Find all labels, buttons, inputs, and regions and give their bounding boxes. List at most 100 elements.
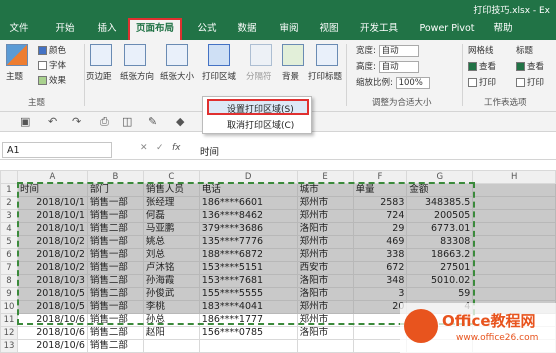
cancel-icon[interactable]: ✕ — [140, 143, 148, 153]
gridlines-view-checkbox[interactable]: 查看 — [468, 60, 496, 72]
cell[interactable]: 销售二部 — [86, 326, 144, 340]
cell[interactable] — [472, 287, 556, 301]
format-painter-icon[interactable]: ✎ — [148, 115, 157, 128]
column-header[interactable]: G — [406, 170, 474, 184]
function-icon[interactable]: fx — [172, 143, 181, 153]
breaks-button[interactable]: 分隔符 — [246, 70, 272, 82]
themes-button[interactable]: 主题 — [6, 70, 23, 82]
cell[interactable]: 洛阳市 — [296, 222, 354, 236]
cell[interactable]: 2018/10/1 — [16, 222, 88, 236]
cell[interactable]: 2583 — [352, 196, 408, 210]
cell[interactable]: 672 — [352, 261, 408, 275]
cell[interactable]: 马亚鹏 — [142, 222, 200, 236]
cell[interactable]: 孙俊武 — [142, 287, 200, 301]
cell[interactable] — [472, 209, 556, 223]
cell[interactable] — [472, 261, 556, 275]
fonts-button[interactable]: 字体 — [38, 59, 66, 71]
cell[interactable] — [472, 235, 556, 249]
cell[interactable]: 348 — [352, 274, 408, 288]
cell[interactable]: 郑州市 — [296, 196, 354, 210]
cell[interactable]: 销售一部 — [86, 196, 144, 210]
row-header[interactable]: 13 — [0, 339, 18, 353]
cell[interactable]: 孙总 — [142, 313, 200, 327]
cell[interactable]: 销售一部 — [86, 300, 144, 314]
cell[interactable]: 销售二部 — [86, 287, 144, 301]
cell[interactable]: 郑州市 — [296, 248, 354, 262]
cell[interactable]: 何磊 — [142, 209, 200, 223]
cell[interactable]: 姚总 — [142, 235, 200, 249]
column-header[interactable]: F — [352, 170, 408, 184]
column-header[interactable]: E — [296, 170, 354, 184]
column-header[interactable]: H — [472, 170, 556, 184]
cell[interactable]: 136****8462 — [198, 209, 298, 223]
cell[interactable]: 379****3686 — [198, 222, 298, 236]
cell[interactable]: 电话 — [198, 183, 298, 197]
cell[interactable]: 时间 — [16, 183, 88, 197]
tab-file[interactable]: 文件 — [4, 18, 34, 40]
cell[interactable]: 469 — [352, 235, 408, 249]
print-area-button[interactable]: 打印区域 — [202, 70, 236, 82]
scale-spinner[interactable]: 100% — [395, 76, 430, 89]
row-header[interactable]: 3 — [0, 209, 18, 223]
cell[interactable]: 135****7776 — [198, 235, 298, 249]
cell[interactable] — [472, 274, 556, 288]
cell[interactable]: 338 — [352, 248, 408, 262]
cell[interactable]: 183****4041 — [198, 300, 298, 314]
cell[interactable]: 2018/10/6 — [16, 339, 88, 353]
cell[interactable]: 155****5555 — [198, 287, 298, 301]
cell[interactable]: 金额 — [406, 183, 474, 197]
width-dropdown[interactable]: 自动 — [378, 44, 419, 57]
save-icon[interactable]: ▣ — [20, 115, 30, 128]
cell[interactable]: 郑州市 — [296, 300, 354, 314]
cell[interactable]: 186****1777 — [198, 313, 298, 327]
cell[interactable]: 销售一部 — [86, 235, 144, 249]
cell[interactable]: 83308 — [406, 235, 474, 249]
themes-icon[interactable] — [6, 44, 28, 66]
cell[interactable]: 销售一部 — [86, 313, 144, 327]
cell[interactable]: 销售二部 — [86, 274, 144, 288]
cell[interactable]: 6773.01 — [406, 222, 474, 236]
preview-icon[interactable]: ◫ — [122, 115, 132, 128]
print-titles-icon[interactable] — [316, 44, 338, 66]
cell[interactable] — [352, 326, 408, 340]
row-header[interactable]: 9 — [0, 287, 18, 301]
cell[interactable]: 2018/10/3 — [16, 274, 88, 288]
cell[interactable]: 153****5151 — [198, 261, 298, 275]
redo-icon[interactable]: ↷ — [72, 115, 81, 128]
enter-icon[interactable]: ✓ — [156, 143, 164, 153]
column-header[interactable]: C — [142, 170, 200, 184]
cell[interactable]: 张经理 — [142, 196, 200, 210]
tab-help[interactable]: 帮助 — [486, 18, 520, 40]
row-header[interactable]: 12 — [0, 326, 18, 340]
tab-insert[interactable]: 插入 — [90, 18, 124, 40]
cell[interactable]: 洛阳市 — [296, 274, 354, 288]
row-header[interactable]: 1 — [0, 183, 18, 197]
orientation-icon[interactable] — [124, 44, 146, 66]
cell[interactable]: 部门 — [86, 183, 144, 197]
gridlines-print-checkbox[interactable]: 打印 — [468, 76, 496, 88]
row-header[interactable]: 10 — [0, 300, 18, 314]
cell[interactable]: 59 — [406, 287, 474, 301]
cell[interactable]: 2018/10/2 — [16, 261, 88, 275]
cell[interactable]: 188****6872 — [198, 248, 298, 262]
set-print-area-menu-item[interactable]: 设置打印区域(S) — [207, 99, 309, 115]
tab-formulas[interactable]: 公式 — [190, 18, 224, 40]
height-dropdown[interactable]: 自动 — [378, 60, 419, 73]
cell[interactable]: 29 — [352, 222, 408, 236]
cell[interactable]: 2018/10/6 — [16, 326, 88, 340]
tab-review[interactable]: 审阅 — [272, 18, 306, 40]
cell[interactable]: 3 — [352, 287, 408, 301]
cell[interactable]: 2018/10/6 — [16, 313, 88, 327]
cell[interactable]: 销售一部 — [86, 248, 144, 262]
formula-input[interactable]: 时间 — [200, 144, 219, 158]
orientation-button[interactable]: 纸张方向 — [120, 70, 154, 82]
cell[interactable]: 刘总 — [142, 248, 200, 262]
cell[interactable]: 348385.5 — [406, 196, 474, 210]
cell[interactable]: 200505 — [406, 209, 474, 223]
cell[interactable] — [472, 222, 556, 236]
size-icon[interactable] — [166, 44, 188, 66]
headings-view-checkbox[interactable]: 查看 — [516, 60, 544, 72]
cell[interactable]: 20 — [352, 300, 408, 314]
size-button[interactable]: 纸张大小 — [160, 70, 194, 82]
cell[interactable]: 销售二部 — [86, 222, 144, 236]
